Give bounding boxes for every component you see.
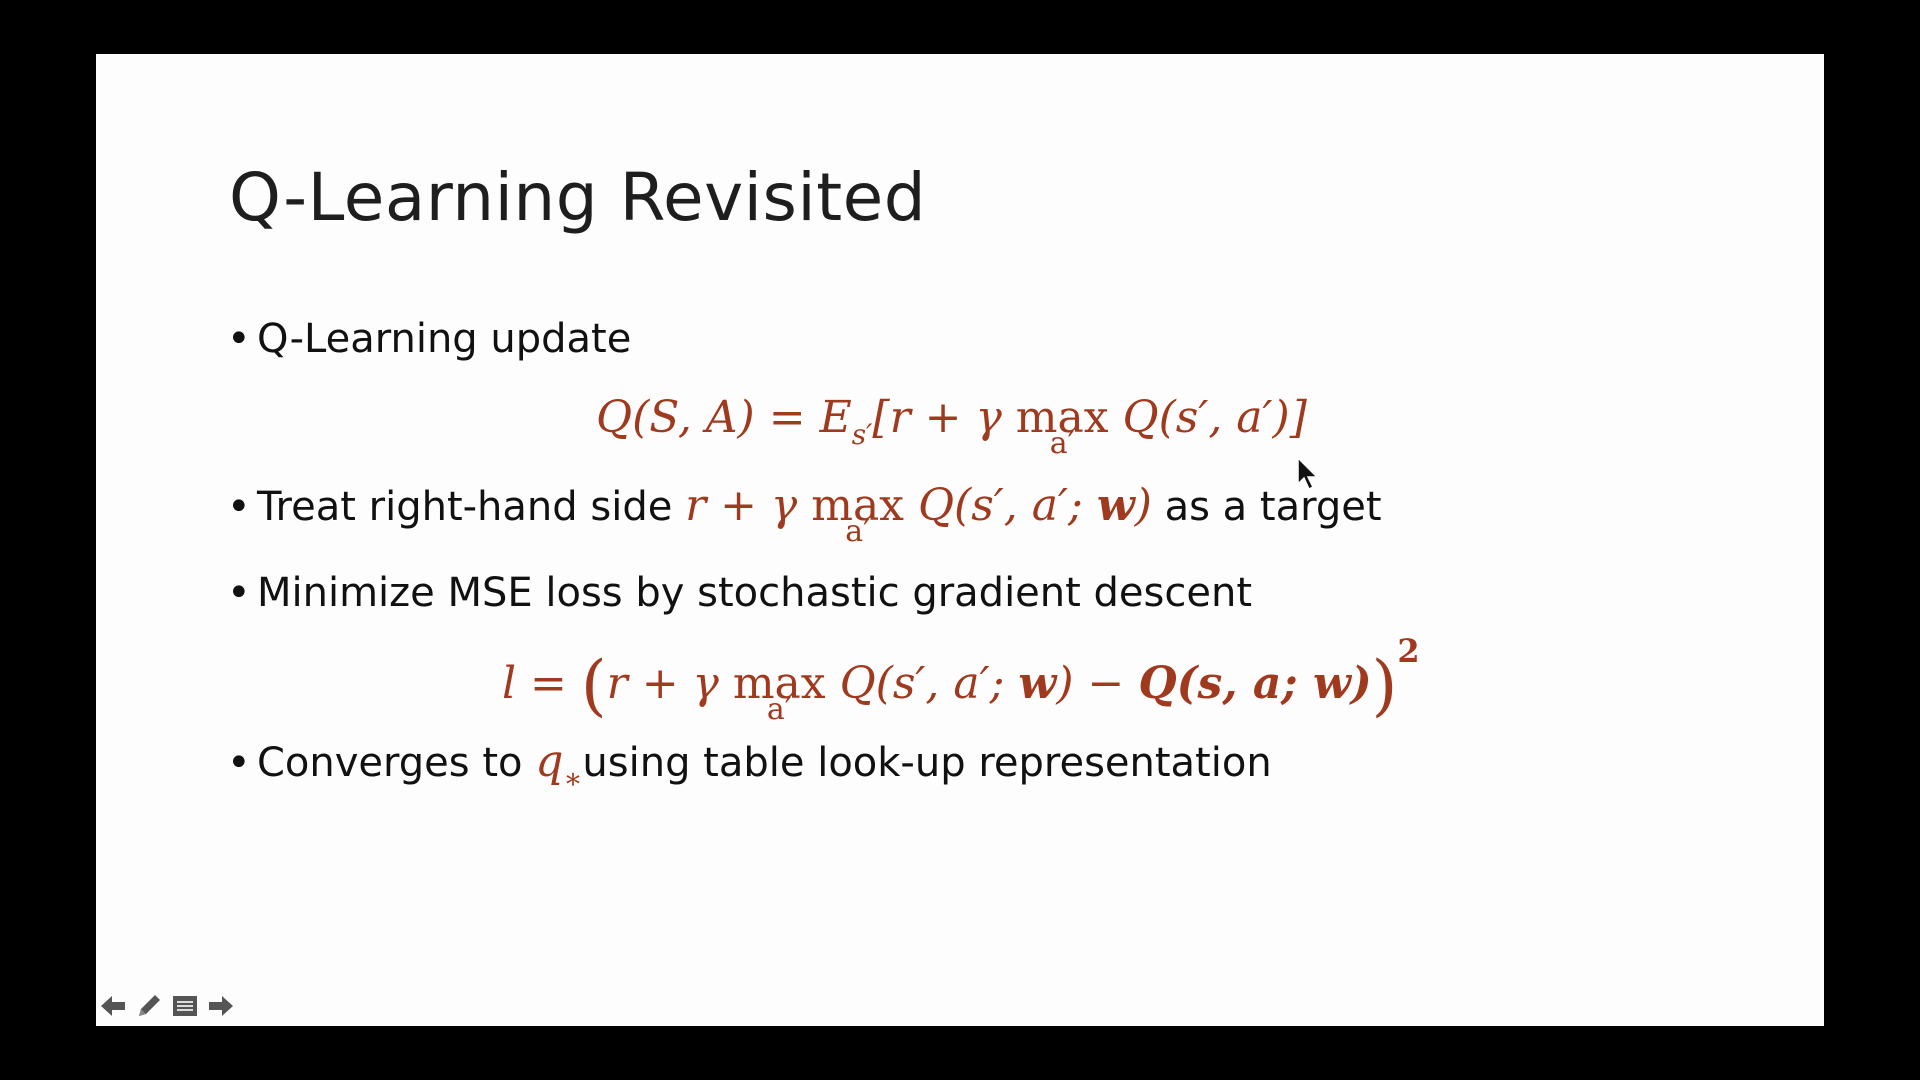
back-arrow-icon[interactable] bbox=[98, 992, 128, 1020]
square-exponent: 2 bbox=[1397, 632, 1420, 670]
weight-w: w bbox=[1018, 658, 1057, 709]
loss-a: r + γ bbox=[606, 658, 733, 709]
bullet-treat-rhs: • Treat right-hand side r + γ max a′ Q(s′,… bbox=[227, 480, 1382, 549]
bullet-dot: • bbox=[227, 740, 251, 786]
target-a: r + γ bbox=[685, 480, 812, 531]
q-update-equation: Q(S, A) = Es′[r + γ max a′ Q(s′, a′)] bbox=[596, 392, 1307, 461]
bullet-text-tail: using table look-up representation bbox=[582, 740, 1272, 786]
target-formula: r + γ max a′ Q(s′, a′; w) bbox=[685, 480, 1152, 549]
slide-title: Q-Learning Revisited bbox=[229, 159, 927, 236]
forward-arrow-icon[interactable] bbox=[206, 992, 236, 1020]
eq-rhs-a: [r + γ bbox=[872, 392, 1016, 443]
target-c: ) bbox=[1134, 480, 1152, 531]
max-sub: a′ bbox=[845, 514, 870, 549]
loss-c: ) − bbox=[1056, 658, 1139, 709]
bullet-text: Minimize MSE loss by stochastic gradient… bbox=[257, 570, 1253, 616]
bullet-dot: • bbox=[227, 484, 251, 530]
loss-l: l = bbox=[502, 658, 581, 709]
eq-rhs-b: Q(s′, a′)] bbox=[1108, 392, 1307, 443]
bullet-dot: • bbox=[227, 570, 251, 616]
max-operator: max a′ bbox=[1016, 392, 1109, 461]
loss-equation: l = (r + γ max a′ Q(s′, a′; w) − Q(s, a; … bbox=[502, 632, 1420, 727]
target-b: Q(s′, a′; bbox=[904, 480, 1097, 531]
big-right-paren: ) bbox=[1371, 647, 1398, 724]
max-sub: a′ bbox=[1049, 426, 1075, 461]
bullet-q-learning-update: • Q-Learning update bbox=[227, 316, 631, 362]
loss-b: Q(s′, a′; bbox=[825, 658, 1019, 709]
mouse-cursor-icon bbox=[1297, 456, 1319, 491]
max-sub: a′ bbox=[766, 692, 792, 727]
presentation-nav-bar bbox=[98, 992, 236, 1020]
menu-icon[interactable] bbox=[170, 992, 200, 1020]
bullet-dot: • bbox=[227, 316, 251, 362]
bullet-minimize-mse: • Minimize MSE loss by stochastic gradien… bbox=[227, 570, 1252, 616]
pen-icon[interactable] bbox=[134, 992, 164, 1020]
max-operator: max a′ bbox=[811, 480, 904, 549]
max-operator: max a′ bbox=[733, 658, 826, 727]
bullet-converges: • Converges to q∗using table look-up repr… bbox=[227, 736, 1272, 795]
weight-w: w bbox=[1096, 480, 1135, 531]
q-star: q∗ bbox=[535, 736, 582, 795]
slide-canvas: Q-Learning Revisited • Q-Learning update … bbox=[96, 54, 1824, 1026]
q-star-q: q bbox=[535, 736, 564, 787]
eq-sub: s′ bbox=[851, 418, 873, 451]
bullet-text: Q-Learning update bbox=[257, 316, 632, 362]
bullet-text-tail: as a target bbox=[1164, 484, 1382, 530]
loss-q-bold: Q(s, a; w) bbox=[1138, 658, 1372, 709]
eq-lhs: Q(S, A) = E bbox=[596, 392, 852, 443]
big-left-paren: ( bbox=[580, 647, 607, 724]
bullet-text: Treat right-hand side bbox=[257, 484, 673, 530]
bullet-text: Converges to bbox=[257, 740, 523, 786]
q-star-sub: ∗ bbox=[563, 762, 583, 795]
